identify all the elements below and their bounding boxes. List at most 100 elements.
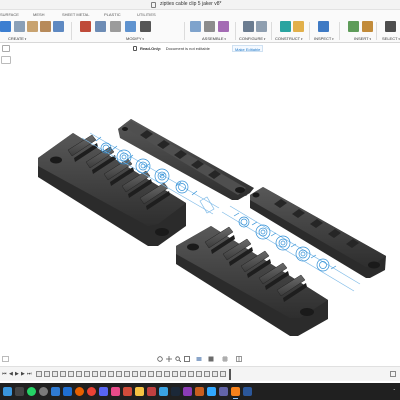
timeline-feature[interactable] (100, 371, 106, 377)
select-menu[interactable]: SELECT (382, 36, 400, 41)
tab-surface[interactable]: SURFACE (0, 12, 19, 17)
new-component-icon[interactable] (0, 21, 11, 32)
select-icon[interactable] (385, 21, 396, 32)
make-editable-button[interactable]: Make Editable (232, 45, 264, 52)
timeline-feature[interactable] (148, 371, 154, 377)
measure-icon[interactable] (318, 21, 329, 32)
timeline-feature[interactable] (188, 371, 194, 377)
timeline-feature[interactable] (84, 371, 90, 377)
look-at-icon[interactable] (196, 356, 202, 362)
timeline-feature[interactable] (140, 371, 146, 377)
timeline-feature[interactable] (92, 371, 98, 377)
create-sketch-icon[interactable] (14, 21, 25, 32)
timeline-feature[interactable] (204, 371, 210, 377)
notification-icon[interactable] (363, 2, 368, 15)
system-tray[interactable]: ⌃ (393, 388, 396, 393)
fillet-icon[interactable] (95, 21, 106, 32)
step-back-icon[interactable]: ◀ (9, 371, 13, 377)
teams-icon[interactable] (219, 387, 228, 396)
construct-menu[interactable]: CONSTRUCT (275, 36, 302, 41)
start-icon[interactable] (3, 387, 12, 396)
viewports-icon[interactable] (236, 356, 242, 362)
whatsapp-icon[interactable] (27, 387, 36, 396)
browser-toggle-icon[interactable] (2, 45, 10, 52)
timeline-feature[interactable] (132, 371, 138, 377)
pan-icon[interactable] (166, 356, 172, 362)
skip-end-icon[interactable]: ⏭ (27, 371, 32, 377)
modify-menu[interactable]: MODIFY (126, 36, 144, 41)
configure-icon[interactable] (243, 21, 254, 32)
shell-icon[interactable] (125, 21, 136, 32)
new-component-assemble-icon[interactable] (190, 21, 201, 32)
timeline-settings-icon[interactable] (390, 371, 396, 377)
timeline-marker[interactable] (229, 369, 231, 380)
timeline-feature[interactable] (108, 371, 114, 377)
revolve-icon[interactable] (40, 21, 51, 32)
firefox-icon[interactable] (75, 387, 84, 396)
press-pull-icon[interactable] (80, 21, 91, 32)
move-icon[interactable] (140, 21, 151, 32)
fit-icon[interactable] (184, 356, 190, 362)
tab-mesh[interactable]: MESH (33, 12, 45, 17)
hole-icon[interactable] (53, 21, 64, 32)
joint-icon[interactable] (204, 21, 215, 32)
search-icon[interactable] (15, 387, 24, 396)
orbit-icon[interactable] (157, 356, 163, 362)
configure-menu[interactable]: CONFIGURE (239, 36, 265, 41)
chamfer-icon[interactable] (110, 21, 121, 32)
timeline-feature[interactable] (172, 371, 178, 377)
game-icon[interactable] (183, 387, 192, 396)
help-icon[interactable] (376, 2, 381, 15)
timeline-feature[interactable] (180, 371, 186, 377)
timeline-feature[interactable] (60, 371, 66, 377)
close-icon[interactable] (389, 2, 394, 15)
timeline-feature[interactable] (124, 371, 130, 377)
steam-icon[interactable] (171, 387, 180, 396)
photoshop-icon[interactable] (207, 387, 216, 396)
plus-icon[interactable] (350, 2, 355, 15)
timeline-feature[interactable] (116, 371, 122, 377)
timeline-feature[interactable] (212, 371, 218, 377)
timeline-feature[interactable] (44, 371, 50, 377)
clip-body-front[interactable] (176, 226, 328, 336)
offset-plane-icon[interactable] (280, 21, 291, 32)
grid-icon[interactable] (222, 356, 228, 362)
create-menu[interactable]: CREATE (8, 36, 26, 41)
photos-icon[interactable] (51, 387, 60, 396)
canvas-viewport[interactable] (0, 54, 400, 354)
timeline-feature[interactable] (220, 371, 226, 377)
display-settings-icon[interactable] (208, 356, 214, 362)
assemble-menu[interactable]: ASSEMBLE (202, 36, 226, 41)
insert-menu[interactable]: INSERT (354, 36, 371, 41)
insert-image-icon[interactable] (348, 21, 359, 32)
fusion-icon[interactable] (231, 387, 240, 399)
mail-icon[interactable] (63, 387, 72, 396)
gallery-icon[interactable] (123, 387, 132, 396)
game-icon[interactable] (195, 387, 204, 396)
comments-panel-icon[interactable] (2, 356, 9, 362)
step-forward-icon[interactable]: ▶ (21, 371, 25, 377)
timeline-feature[interactable] (36, 371, 42, 377)
model-view[interactable] (0, 54, 400, 354)
paint-icon[interactable] (147, 387, 156, 396)
file-explorer-icon[interactable] (135, 387, 144, 396)
zoom-icon[interactable] (175, 356, 181, 362)
inspect-menu[interactable]: INSPECT (314, 36, 334, 41)
insert-mesh-icon[interactable] (362, 21, 373, 32)
skip-start-icon[interactable]: ⏮ (2, 371, 7, 377)
tab-plastic[interactable]: PLASTIC (104, 12, 121, 17)
play-icon[interactable]: ▶ (15, 371, 19, 377)
as-built-joint-icon[interactable] (218, 21, 229, 32)
timeline-feature[interactable] (76, 371, 82, 377)
timeline-feature[interactable] (52, 371, 58, 377)
table-icon[interactable] (256, 21, 267, 32)
discord-icon[interactable] (99, 387, 108, 396)
timeline-feature[interactable] (156, 371, 162, 377)
timeline-feature[interactable] (68, 371, 74, 377)
chrome-icon[interactable] (87, 387, 96, 396)
tab-sheet-metal[interactable]: SHEET METAL (62, 12, 89, 17)
store-icon[interactable] (159, 387, 168, 396)
app-icon[interactable] (111, 387, 120, 396)
timeline-feature[interactable] (164, 371, 170, 377)
settings-icon[interactable] (39, 387, 48, 396)
